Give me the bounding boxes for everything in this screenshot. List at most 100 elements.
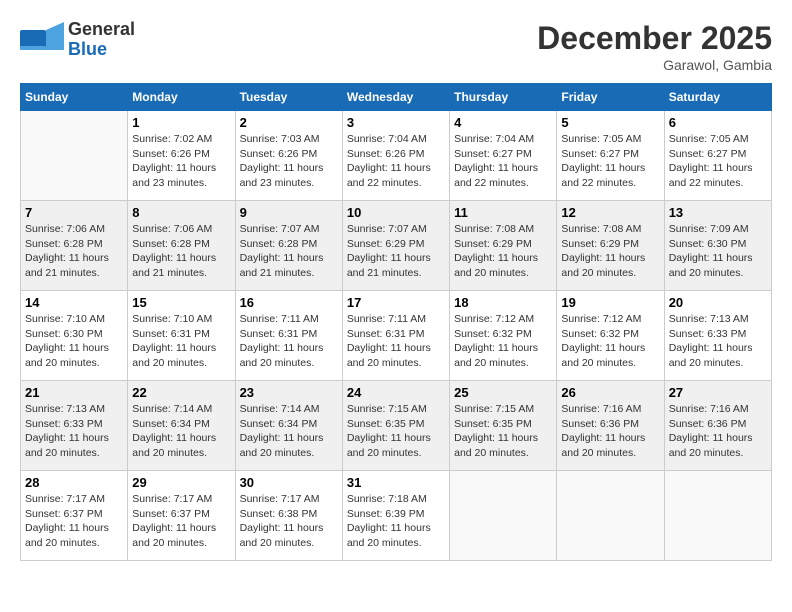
calendar-cell: 6 Sunrise: 7:05 AM Sunset: 6:27 PM Daylig… [664, 111, 771, 201]
day-number: 16 [240, 295, 338, 310]
calendar-cell: 24Sunrise: 7:15 AM Sunset: 6:35 PM Dayli… [342, 381, 449, 471]
calendar-week-row: 14Sunrise: 7:10 AM Sunset: 6:30 PM Dayli… [21, 291, 772, 381]
col-header-wednesday: Wednesday [342, 84, 449, 111]
logo-blue: Blue [68, 39, 107, 59]
day-number: 15 [132, 295, 230, 310]
calendar-cell: 10 Sunrise: 7:07 AM Sunset: 6:29 PM Dayli… [342, 201, 449, 291]
day-number: 26 [561, 385, 659, 400]
calendar-cell: 4Sunrise: 7:04 AM Sunset: 6:27 PM Daylig… [450, 111, 557, 201]
col-header-tuesday: Tuesday [235, 84, 342, 111]
calendar-cell: 26 Sunrise: 7:16 AM Sunset: 6:36 PM Dayli… [557, 381, 664, 471]
calendar-cell [450, 471, 557, 561]
day-info: Sunrise: 7:14 AM Sunset: 6:34 PM Dayligh… [132, 402, 230, 461]
day-number: 27 [669, 385, 767, 400]
day-number: 12 [561, 205, 659, 220]
calendar-cell [21, 111, 128, 201]
day-info: Sunrise: 7:09 AM Sunset: 6:30 PM Dayligh… [669, 222, 767, 281]
day-number: 18 [454, 295, 552, 310]
col-header-thursday: Thursday [450, 84, 557, 111]
day-info: Sunrise: 7:05 AM Sunset: 6:27 PM Dayligh… [561, 132, 659, 191]
col-header-monday: Monday [128, 84, 235, 111]
day-info: Sunrise: 7:13 AM Sunset: 6:33 PM Dayligh… [669, 312, 767, 371]
day-info: Sunrise: 7:18 AM Sunset: 6:39 PM Dayligh… [347, 492, 445, 551]
calendar-cell: 28 Sunrise: 7:17 AM Sunset: 6:37 PM Dayli… [21, 471, 128, 561]
calendar-cell: 23 Sunrise: 7:14 AM Sunset: 6:34 PM Dayli… [235, 381, 342, 471]
day-info: Sunrise: 7:17 AM Sunset: 6:38 PM Dayligh… [240, 492, 338, 551]
day-info: Sunrise: 7:17 AM Sunset: 6:37 PM Dayligh… [25, 492, 123, 551]
day-info: Sunrise: 7:16 AM Sunset: 6:36 PM Dayligh… [561, 402, 659, 461]
calendar-cell: 7 Sunrise: 7:06 AM Sunset: 6:28 PM Daylig… [21, 201, 128, 291]
calendar-cell: 29Sunrise: 7:17 AM Sunset: 6:37 PM Dayli… [128, 471, 235, 561]
day-number: 20 [669, 295, 767, 310]
day-number: 3 [347, 115, 445, 130]
calendar-week-row: 1Sunrise: 7:02 AM Sunset: 6:26 PM Daylig… [21, 111, 772, 201]
calendar-cell: 3 Sunrise: 7:04 AM Sunset: 6:26 PM Daylig… [342, 111, 449, 201]
day-number: 6 [669, 115, 767, 130]
day-info: Sunrise: 7:11 AM Sunset: 6:31 PM Dayligh… [347, 312, 445, 371]
day-number: 8 [132, 205, 230, 220]
day-number: 23 [240, 385, 338, 400]
day-number: 25 [454, 385, 552, 400]
day-number: 24 [347, 385, 445, 400]
calendar-cell: 31Sunrise: 7:18 AM Sunset: 6:39 PM Dayli… [342, 471, 449, 561]
day-number: 21 [25, 385, 123, 400]
day-info: Sunrise: 7:11 AM Sunset: 6:31 PM Dayligh… [240, 312, 338, 371]
calendar-cell: 22 Sunrise: 7:14 AM Sunset: 6:34 PM Dayli… [128, 381, 235, 471]
page-header: General Blue December 2025 Garawol, Gamb… [20, 20, 772, 73]
day-info: Sunrise: 7:12 AM Sunset: 6:32 PM Dayligh… [454, 312, 552, 371]
logo-icon [20, 22, 64, 58]
day-number: 28 [25, 475, 123, 490]
day-info: Sunrise: 7:17 AM Sunset: 6:37 PM Dayligh… [132, 492, 230, 551]
day-number: 11 [454, 205, 552, 220]
day-info: Sunrise: 7:16 AM Sunset: 6:36 PM Dayligh… [669, 402, 767, 461]
location-subtitle: Garawol, Gambia [537, 57, 772, 73]
day-number: 13 [669, 205, 767, 220]
day-info: Sunrise: 7:12 AM Sunset: 6:32 PM Dayligh… [561, 312, 659, 371]
day-info: Sunrise: 7:15 AM Sunset: 6:35 PM Dayligh… [454, 402, 552, 461]
col-header-friday: Friday [557, 84, 664, 111]
calendar-week-row: 7 Sunrise: 7:06 AM Sunset: 6:28 PM Daylig… [21, 201, 772, 291]
logo: General Blue [20, 20, 135, 60]
calendar-cell: 9Sunrise: 7:07 AM Sunset: 6:28 PM Daylig… [235, 201, 342, 291]
calendar-cell [664, 471, 771, 561]
day-number: 7 [25, 205, 123, 220]
calendar-week-row: 21 Sunrise: 7:13 AM Sunset: 6:33 PM Dayli… [21, 381, 772, 471]
day-info: Sunrise: 7:05 AM Sunset: 6:27 PM Dayligh… [669, 132, 767, 191]
day-number: 10 [347, 205, 445, 220]
day-number: 14 [25, 295, 123, 310]
day-number: 5 [561, 115, 659, 130]
col-header-sunday: Sunday [21, 84, 128, 111]
day-info: Sunrise: 7:08 AM Sunset: 6:29 PM Dayligh… [561, 222, 659, 281]
day-info: Sunrise: 7:08 AM Sunset: 6:29 PM Dayligh… [454, 222, 552, 281]
day-number: 19 [561, 295, 659, 310]
day-info: Sunrise: 7:07 AM Sunset: 6:28 PM Dayligh… [240, 222, 338, 281]
calendar-cell: 14Sunrise: 7:10 AM Sunset: 6:30 PM Dayli… [21, 291, 128, 381]
day-info: Sunrise: 7:04 AM Sunset: 6:26 PM Dayligh… [347, 132, 445, 191]
calendar-header-row: SundayMondayTuesdayWednesdayThursdayFrid… [21, 84, 772, 111]
logo-general: General [68, 19, 135, 39]
day-info: Sunrise: 7:07 AM Sunset: 6:29 PM Dayligh… [347, 222, 445, 281]
day-info: Sunrise: 7:14 AM Sunset: 6:34 PM Dayligh… [240, 402, 338, 461]
calendar-cell: 27 Sunrise: 7:16 AM Sunset: 6:36 PM Dayli… [664, 381, 771, 471]
calendar-cell: 12 Sunrise: 7:08 AM Sunset: 6:29 PM Dayli… [557, 201, 664, 291]
calendar-cell: 8Sunrise: 7:06 AM Sunset: 6:28 PM Daylig… [128, 201, 235, 291]
day-info: Sunrise: 7:10 AM Sunset: 6:31 PM Dayligh… [132, 312, 230, 371]
col-header-saturday: Saturday [664, 84, 771, 111]
calendar-cell: 11 Sunrise: 7:08 AM Sunset: 6:29 PM Dayli… [450, 201, 557, 291]
calendar-cell: 13 Sunrise: 7:09 AM Sunset: 6:30 PM Dayli… [664, 201, 771, 291]
calendar-cell: 21 Sunrise: 7:13 AM Sunset: 6:33 PM Dayli… [21, 381, 128, 471]
day-number: 17 [347, 295, 445, 310]
title-block: December 2025 Garawol, Gambia [537, 20, 772, 73]
day-number: 1 [132, 115, 230, 130]
calendar-cell [557, 471, 664, 561]
calendar-cell: 5 Sunrise: 7:05 AM Sunset: 6:27 PM Daylig… [557, 111, 664, 201]
day-number: 30 [240, 475, 338, 490]
calendar-cell: 1Sunrise: 7:02 AM Sunset: 6:26 PM Daylig… [128, 111, 235, 201]
day-info: Sunrise: 7:13 AM Sunset: 6:33 PM Dayligh… [25, 402, 123, 461]
day-number: 22 [132, 385, 230, 400]
day-info: Sunrise: 7:06 AM Sunset: 6:28 PM Dayligh… [25, 222, 123, 281]
calendar-cell: 30 Sunrise: 7:17 AM Sunset: 6:38 PM Dayli… [235, 471, 342, 561]
calendar-cell: 20 Sunrise: 7:13 AM Sunset: 6:33 PM Dayli… [664, 291, 771, 381]
day-number: 4 [454, 115, 552, 130]
day-info: Sunrise: 7:03 AM Sunset: 6:26 PM Dayligh… [240, 132, 338, 191]
